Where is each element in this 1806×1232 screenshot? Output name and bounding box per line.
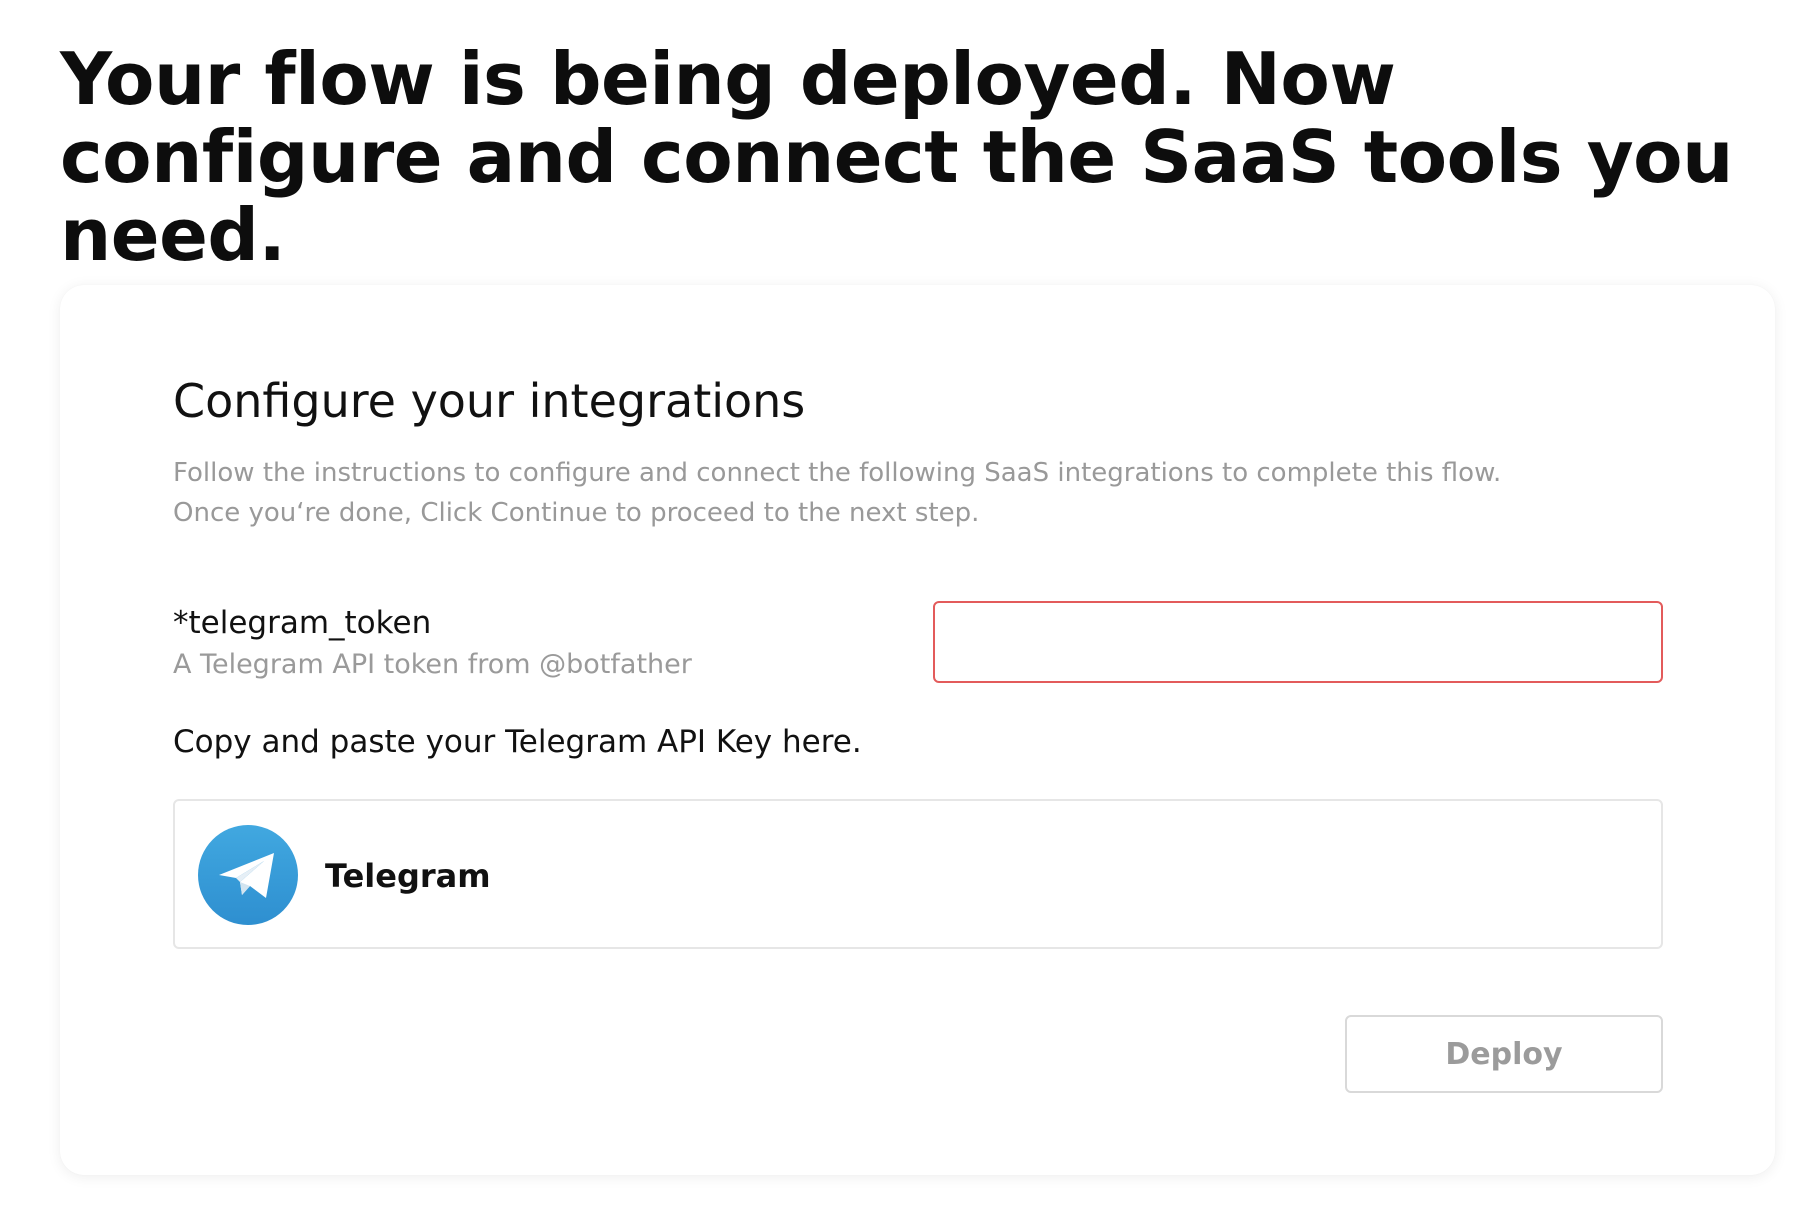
telegram-token-hint: A Telegram API token from @botfather bbox=[173, 649, 692, 680]
telegram-token-input[interactable] bbox=[933, 601, 1663, 683]
telegram-integration-name: Telegram bbox=[325, 857, 491, 895]
telegram-instruction: Copy and paste your Telegram API Key her… bbox=[173, 724, 862, 760]
telegram-icon bbox=[198, 825, 298, 925]
page-headline: Your flow is being deployed. Now configu… bbox=[60, 37, 1733, 277]
card-description-line2: Once you‘re done, Click Continue to proc… bbox=[173, 498, 980, 528]
card-title: Configure your integrations bbox=[173, 374, 806, 428]
telegram-token-label: *telegram_token bbox=[173, 605, 432, 641]
page: Your flow is being deployed. Now configu… bbox=[0, 0, 1806, 1232]
deploy-button[interactable]: Deploy bbox=[1345, 1015, 1663, 1093]
telegram-integration-card[interactable]: Telegram bbox=[173, 799, 1663, 949]
card-description: Follow the instructions to configure and… bbox=[173, 453, 1713, 533]
card-description-line1: Follow the instructions to configure and… bbox=[173, 458, 1502, 488]
integrations-card: Configure your integrations Follow the i… bbox=[60, 285, 1775, 1175]
